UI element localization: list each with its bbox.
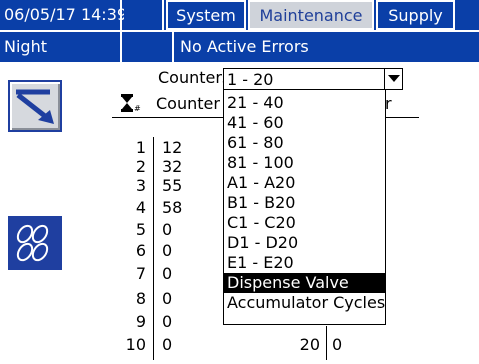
link-button[interactable] [8, 216, 62, 270]
column-header-right-fragment: r [385, 94, 392, 113]
header-divider-right [385, 117, 419, 118]
counters-label: Counters: [158, 68, 236, 87]
svg-text:#: # [134, 104, 141, 113]
dropdown-option[interactable]: 61 - 80 [224, 133, 385, 153]
row-count: 0 [162, 241, 173, 260]
dispense-hourglass-icon: # [121, 94, 141, 113]
dropdown-option[interactable]: E1 - E20 [224, 253, 385, 273]
dropdown-option-selected[interactable]: Dispense Valve [224, 273, 385, 293]
reset-counter-button[interactable] [8, 80, 62, 132]
dropdown-option[interactable]: D1 - D20 [224, 233, 385, 253]
right-row-count: 0 [332, 335, 343, 354]
dropdown-option[interactable]: 41 - 60 [224, 113, 385, 133]
chain-links-icon [16, 224, 49, 262]
dropdown-option[interactable]: Accumulator Cycles [224, 293, 385, 313]
datetime-display: 06/05/17 14:39 [0, 0, 127, 30]
tab-maintenance[interactable]: Maintenance [248, 0, 374, 30]
status-blank-cell [124, 0, 164, 30]
row-count: 0 [162, 220, 173, 239]
reset-arrow-icon [16, 89, 54, 124]
row-count: 55 [162, 176, 183, 195]
row-number: 8 [135, 289, 146, 308]
counters-select[interactable]: 1 - 20 [223, 68, 403, 90]
row-number: 7 [135, 264, 146, 283]
dropdown-option[interactable]: B1 - B20 [224, 193, 385, 213]
row-number: 1 [135, 138, 146, 157]
counters-select-value: 1 - 20 [227, 70, 274, 89]
row-number: 10 [125, 335, 146, 354]
right-column-divider [326, 326, 327, 360]
dropdown-option[interactable]: 81 - 100 [224, 153, 385, 173]
tab-supply[interactable]: Supply [376, 0, 455, 30]
row-count: 0 [162, 335, 173, 354]
mode-indicator: Night [0, 32, 122, 62]
row-count: 58 [162, 198, 183, 217]
row-count: 12 [162, 138, 183, 157]
dropdown-toggle[interactable] [384, 69, 402, 89]
mode-blank-cell [124, 32, 174, 62]
row-count: 0 [162, 264, 173, 283]
right-row-number: 20 [299, 335, 320, 354]
dropdown-option[interactable]: 21 - 40 [224, 93, 385, 113]
dropdown-option[interactable]: A1 - A20 [224, 173, 385, 193]
row-count: 0 [162, 312, 173, 331]
row-number: 4 [135, 198, 146, 217]
row-number: 5 [135, 220, 146, 239]
dropdown-option[interactable]: C1 - C20 [224, 213, 385, 233]
dropdown-arrow-icon [388, 75, 400, 82]
row-count: 0 [162, 289, 173, 308]
tab-system[interactable]: System [166, 0, 246, 30]
counters-dropdown-list: 21 - 40 41 - 60 61 - 80 81 - 100 A1 - A2… [223, 89, 386, 325]
row-count: 32 [162, 157, 183, 176]
row-number: 2 [135, 157, 146, 176]
row-number: 6 [135, 241, 146, 260]
column-divider [153, 137, 154, 360]
row-number: 3 [135, 176, 146, 195]
row-number: 9 [135, 312, 146, 331]
error-status: No Active Errors [176, 32, 479, 62]
header-divider-left [112, 117, 224, 118]
